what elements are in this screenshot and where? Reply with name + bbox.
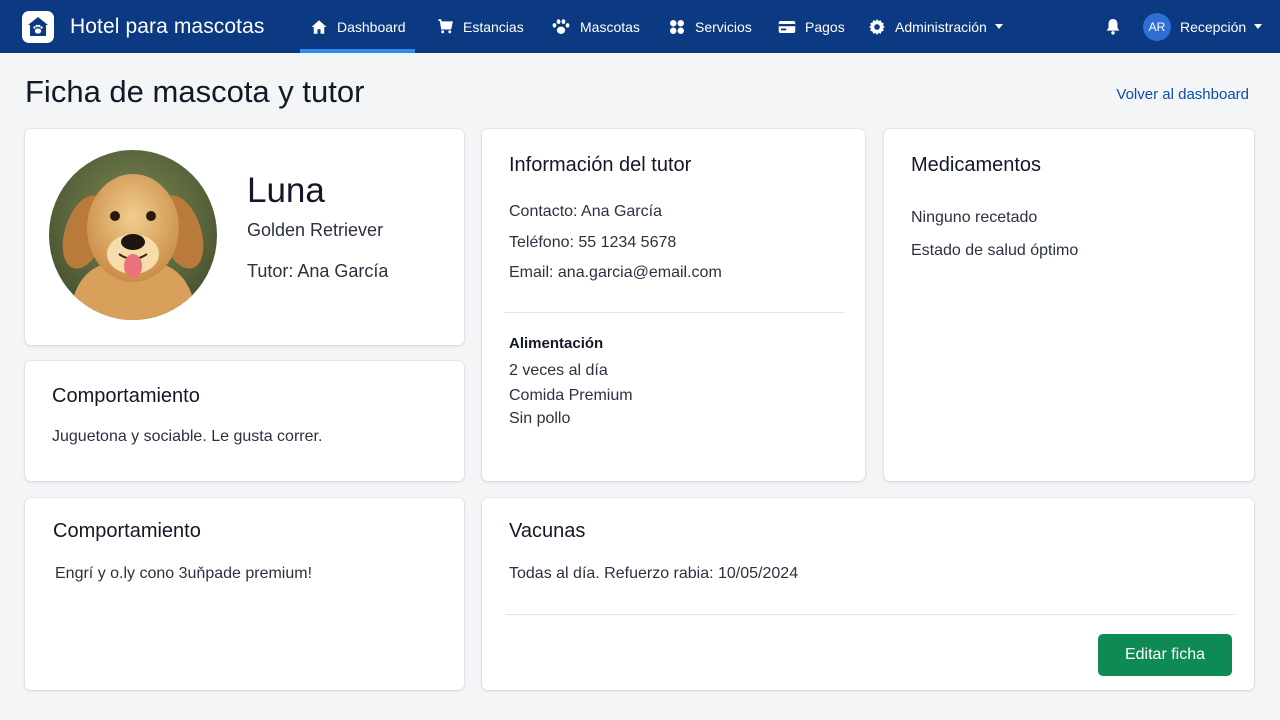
chevron-down-icon bbox=[1254, 24, 1263, 29]
pet-photo bbox=[49, 150, 217, 320]
behavior-title: Comportamiento bbox=[52, 385, 200, 407]
divider bbox=[506, 614, 1236, 615]
avatar: AR bbox=[1143, 12, 1171, 41]
user-menu[interactable]: AR Recepción bbox=[1143, 0, 1263, 53]
health-status: Estado de salud óptimo bbox=[911, 242, 1079, 259]
cart-icon bbox=[438, 19, 453, 34]
medications-line: Ninguno recetado bbox=[911, 209, 1038, 226]
medications-title: Medicamentos bbox=[911, 154, 1042, 176]
pet-owner: Tutor: Ana García bbox=[247, 261, 389, 281]
nav-mascotas[interactable]: Mascotas bbox=[551, 0, 640, 53]
vaccines-title: Vacunas bbox=[509, 520, 586, 542]
nav-administracion-label: Administración bbox=[895, 18, 987, 35]
feeding-title: Alimentación bbox=[509, 335, 604, 352]
pet-name: Luna bbox=[247, 171, 325, 210]
top-navbar: Hotel para mascotas Dashboard Estancias … bbox=[0, 0, 1280, 53]
chevron-down-icon bbox=[994, 24, 1003, 29]
tutor-contact: Contacto: Ana García bbox=[509, 203, 662, 220]
brand-title: Hotel para mascotas bbox=[70, 14, 265, 38]
nav-estancias-label: Estancias bbox=[463, 18, 524, 35]
tutor-info-title: Información del tutor bbox=[509, 154, 692, 176]
notifications-button[interactable] bbox=[1104, 0, 1122, 53]
tutor-info-card: Información del tutor Contacto: Ana Garc… bbox=[482, 129, 865, 481]
page-title: Ficha de mascota y tutor bbox=[25, 74, 365, 109]
paw-icon bbox=[552, 18, 570, 34]
nav-pagos-label: Pagos bbox=[805, 18, 845, 35]
behavior-card-secondary: Comportamiento Engrí y o.ly cono 3uňpade… bbox=[25, 498, 464, 690]
nav-administracion[interactable]: Administración bbox=[868, 0, 1003, 53]
behavior-title: Comportamiento bbox=[53, 520, 201, 542]
nav-servicios[interactable]: Servicios bbox=[668, 0, 752, 53]
feeding-line: Sin pollo bbox=[509, 410, 571, 427]
paw-house-icon bbox=[22, 10, 54, 43]
brand[interactable]: Hotel para mascotas bbox=[22, 0, 265, 53]
home-icon bbox=[311, 19, 327, 34]
behavior-text: Engrí y o.ly cono 3uňpade premium! bbox=[55, 565, 313, 582]
feeding-line: Comida Premium bbox=[509, 387, 633, 404]
user-role-label: Recepción bbox=[1180, 18, 1247, 35]
feeding-line: 2 veces al día bbox=[509, 362, 608, 379]
nav-dashboard-label: Dashboard bbox=[337, 18, 406, 35]
vaccines-card: Vacunas Todas al día. Refuerzo rabia: 10… bbox=[482, 498, 1254, 690]
back-to-dashboard-link[interactable]: Volver al dashboard bbox=[1116, 86, 1249, 103]
divider bbox=[504, 312, 844, 313]
tutor-phone: Teléfono: 55 1234 5678 bbox=[509, 234, 677, 251]
nav-servicios-label: Servicios bbox=[695, 18, 752, 35]
behavior-card: Comportamiento Juguetona y sociable. Le … bbox=[25, 361, 464, 481]
medications-card: Medicamentos Ninguno recetado Estado de … bbox=[884, 129, 1254, 481]
pet-profile-card: Luna Golden Retriever Tutor: Ana García bbox=[25, 129, 464, 345]
nav-estancias[interactable]: Estancias bbox=[437, 0, 524, 53]
edit-record-button[interactable]: Editar ficha bbox=[1098, 634, 1232, 676]
gear-icon bbox=[869, 18, 885, 35]
payment-card-icon bbox=[778, 20, 796, 33]
behavior-text: Juguetona y sociable. Le gusta correr. bbox=[52, 428, 323, 445]
nav-pagos[interactable]: Pagos bbox=[778, 0, 845, 53]
nav-mascotas-label: Mascotas bbox=[580, 18, 640, 35]
vaccines-text: Todas al día. Refuerzo rabia: 10/05/2024 bbox=[509, 565, 799, 582]
pet-breed: Golden Retriever bbox=[247, 220, 384, 240]
bell-icon bbox=[1106, 19, 1120, 35]
tutor-email: Email: ana.garcia@email.com bbox=[509, 264, 722, 281]
nav-dashboard[interactable]: Dashboard bbox=[300, 0, 415, 53]
services-icon bbox=[670, 19, 684, 34]
